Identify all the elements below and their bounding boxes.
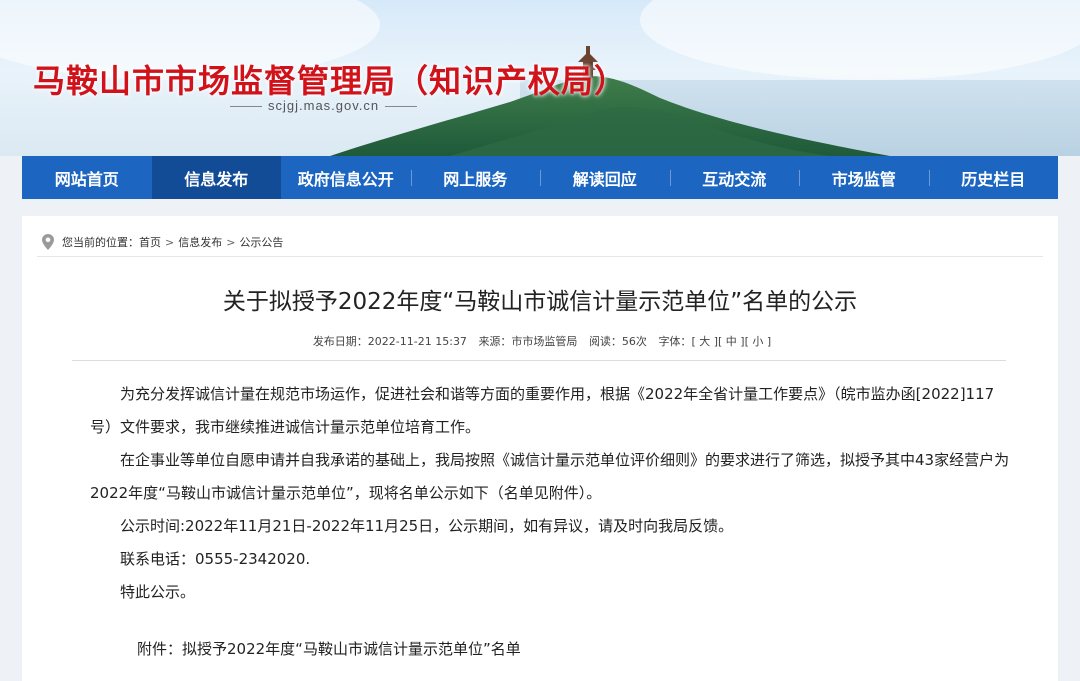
article-meta: 发布日期：2022-11-21 15:37 来源：市市场监管局 阅读：56次 字… xyxy=(22,333,1058,349)
publish-date: 发布日期：2022-11-21 15:37 xyxy=(312,335,467,348)
view-count: 阅读：56次 xyxy=(588,335,647,348)
location-pin-icon xyxy=(42,234,54,250)
breadcrumb-separator: > xyxy=(226,235,236,249)
breadcrumb-separator: > xyxy=(165,235,175,249)
article-body: 为充分发挥诚信计量在规范市场运作，促进社会和谐等方面的重要作用，根据《2022年… xyxy=(90,378,1010,609)
font-size-medium-button[interactable]: [ 中 ] xyxy=(718,335,745,348)
breadcrumb-prefix: 您当前的位置： xyxy=(62,236,139,249)
body-paragraph: 特此公示。 xyxy=(120,583,196,601)
font-size-label: 字体： xyxy=(658,335,692,348)
breadcrumb-announcements[interactable]: 公示公告 xyxy=(239,234,283,250)
body-paragraph: 为充分发挥诚信计量在规范市场运作，促进社会和谐等方面的重要作用，根据《2022年… xyxy=(90,385,995,436)
breadcrumb-divider xyxy=(37,256,1043,257)
nav-item-home[interactable]: 网站首页 xyxy=(22,156,152,199)
breadcrumb-home[interactable]: 首页 xyxy=(139,234,161,250)
body-paragraph: 在企事业等单位自愿申请并自我承诺的基础上，我局按照《诚信计量示范单位评价细则》的… xyxy=(90,451,1010,502)
article-source: 来源：市市场监管局 xyxy=(478,335,578,348)
attachment-link[interactable]: 附件：拟授予2022年度“马鞍山市诚信计量示范单位”名单 xyxy=(137,638,521,659)
breadcrumb: 您当前的位置： 首页 > 信息发布 > 公示公告 xyxy=(42,234,283,250)
font-size-large-button[interactable]: [ 大 ] xyxy=(691,335,718,348)
nav-item-interpretation[interactable]: 解读回应 xyxy=(540,156,670,199)
nav-item-gov-info-disclosure[interactable]: 政府信息公开 xyxy=(281,156,411,199)
nav-item-market-supervision[interactable]: 市场监管 xyxy=(799,156,929,199)
header-banner: 马鞍山市市场监督管理局（知识产权局） scjgj.mas.gov.cn xyxy=(0,0,1080,156)
main-nav: 网站首页 信息发布 政府信息公开 网上服务 解读回应 互动交流 市场监管 历史栏… xyxy=(22,156,1058,199)
meta-divider xyxy=(72,360,1006,361)
body-paragraph: 公示时间:2022年11月21日-2022年11月25日，公示期间，如有异议，请… xyxy=(120,517,734,535)
content-panel: 您当前的位置： 首页 > 信息发布 > 公示公告 关于拟授予2022年度“马鞍山… xyxy=(22,216,1058,681)
article-title: 关于拟授予2022年度“马鞍山市诚信计量示范单位”名单的公示 xyxy=(222,289,858,315)
nav-item-info-release[interactable]: 信息发布 xyxy=(151,156,281,199)
nav-item-interaction[interactable]: 互动交流 xyxy=(669,156,800,199)
font-size-small-button[interactable]: [ 小 ] xyxy=(745,335,772,348)
nav-item-online-services[interactable]: 网上服务 xyxy=(410,156,541,199)
site-domain: scjgj.mas.gov.cn xyxy=(224,98,423,113)
site-title: 马鞍山市市场监督管理局（知识产权局） xyxy=(33,62,628,100)
body-paragraph: 联系电话：0555-2342020. xyxy=(120,550,311,568)
nav-item-history[interactable]: 历史栏目 xyxy=(928,156,1059,199)
breadcrumb-info-release[interactable]: 信息发布 xyxy=(178,234,222,250)
